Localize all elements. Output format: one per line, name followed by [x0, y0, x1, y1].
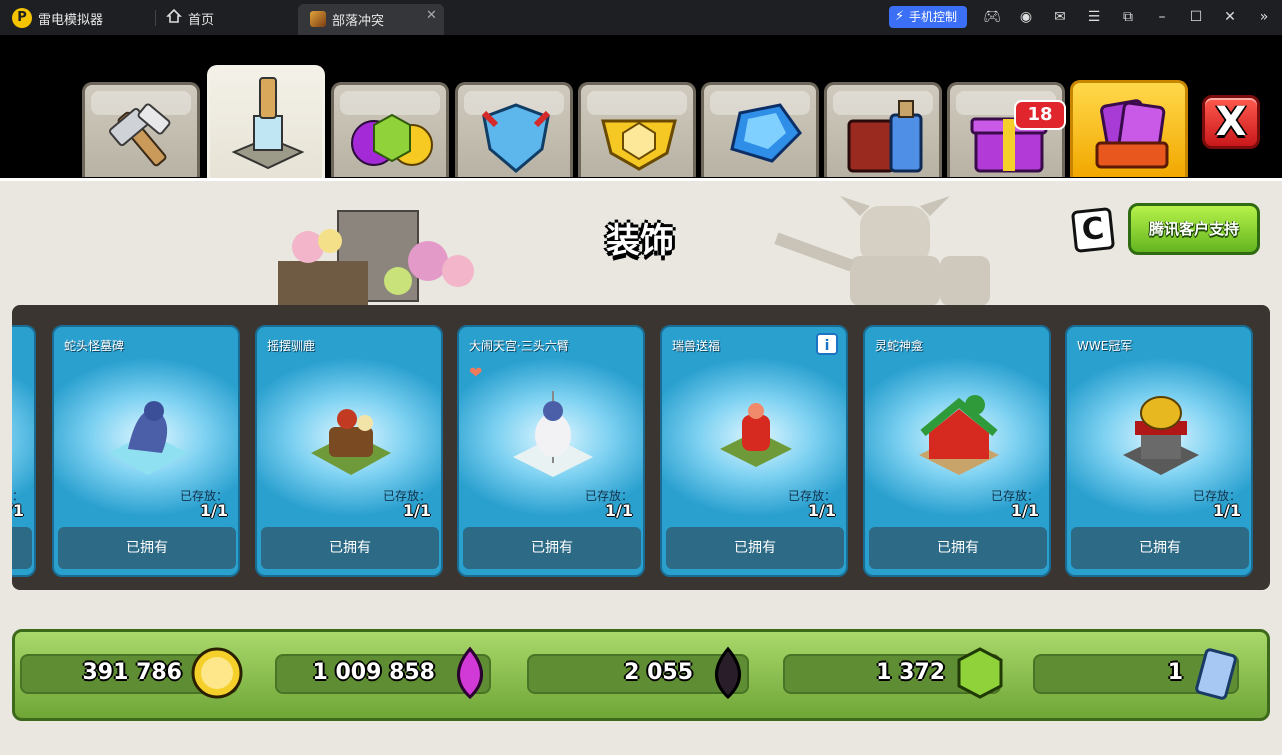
- owned-status: 已拥有: [261, 527, 439, 569]
- hammer-icon: [109, 103, 171, 167]
- gold-badge-icon: [601, 119, 677, 171]
- ticket-icon: [1195, 648, 1237, 700]
- tab-game[interactable]: 部落冲突 ✕: [298, 4, 444, 35]
- resource-bar: 391 786 1 009 858 2 055 1 372 1: [12, 629, 1270, 721]
- book-potion-icon: [847, 100, 923, 173]
- tab-gems[interactable]: [701, 82, 819, 177]
- statue-icon: [231, 77, 305, 170]
- decoration-name: 灵蛇神龛: [875, 339, 924, 353]
- serpent-tombstone-image: [108, 401, 188, 475]
- tab-home[interactable]: 首页: [188, 9, 214, 28]
- decoration-card-partial[interactable]: 放： 1/1: [12, 325, 36, 577]
- expand-sidebar-icon[interactable]: »: [1254, 7, 1274, 27]
- lucky-lion-image: [720, 403, 792, 467]
- owned-status: 已拥有: [463, 527, 641, 569]
- menu-icon[interactable]: ☰: [1084, 7, 1104, 27]
- decoration-card[interactable]: 大闹天宫·三头六臂 ❤ 已存放： 1/1 已拥有: [457, 325, 645, 577]
- decoration-card[interactable]: 蛇头怪墓碑 已存放： 1/1 已拥有: [52, 325, 240, 577]
- owned-status: 已拥有: [666, 527, 844, 569]
- tickets-amount: 1: [1167, 660, 1183, 685]
- phone-control-label: 手机控制: [909, 10, 958, 24]
- stored-count: 1/1: [807, 501, 836, 520]
- minimize-icon[interactable]: –: [1152, 7, 1172, 27]
- customer-support-button[interactable]: 腾讯客户支持: [1128, 203, 1260, 255]
- close-window-icon[interactable]: ✕: [1220, 7, 1240, 27]
- dark-elixir-drop-icon: [715, 646, 741, 700]
- decorations-panel: 装饰 C 腾讯客户支持 放： 1/1 蛇头怪墓碑: [0, 178, 1282, 755]
- mail-icon[interactable]: ✉: [1050, 7, 1070, 27]
- wwe-championship-belt-image: [1123, 396, 1199, 475]
- elixir-resource: 1 009 858: [275, 646, 491, 700]
- elixir-amount: 1 009 858: [312, 660, 435, 685]
- serpent-shrine-image: [919, 395, 999, 475]
- phone-control-button[interactable]: ⚡ 手机控制: [889, 6, 967, 28]
- favorite-heart-icon[interactable]: ❤: [469, 363, 482, 382]
- owned-status: 已拥有: [869, 527, 1047, 569]
- decoration-name: 蛇头怪墓碑: [64, 339, 125, 353]
- gems-amount: 1 372: [876, 660, 945, 685]
- close-icon[interactable]: ✕: [426, 8, 437, 23]
- decoration-items-list[interactable]: 放： 1/1 蛇头怪墓碑 已存放： 1/1 已拥有 摇摆驯鹿: [12, 305, 1270, 590]
- gold-amount: 391 786: [82, 660, 182, 685]
- maximize-icon[interactable]: ☐: [1186, 7, 1206, 27]
- decoration-card[interactable]: 瑞兽送福 i 已存放： 1/1 已拥有: [660, 325, 848, 577]
- stored-count: 1/1: [604, 501, 633, 520]
- gift-count-badge: 18: [1014, 100, 1066, 130]
- stored-count: 1/1: [402, 501, 431, 520]
- tab-special-offers[interactable]: [1070, 80, 1188, 177]
- decoration-name: 摇摆驯鹿: [267, 339, 316, 353]
- gold-resource: 391 786: [20, 647, 243, 699]
- gems-elixir-icon: [351, 113, 433, 166]
- close-shop-button[interactable]: X: [1202, 95, 1260, 149]
- game-viewport: 18 X 装饰 C 腾讯客户支持 ： 1 蛇头怪墓碑 已存放： 1/1 已拥有 …: [0, 35, 1282, 755]
- flower-planter-decoration: [278, 210, 474, 305]
- decoration-card[interactable]: WWE冠军 已存放： 1/1 已拥有: [1065, 325, 1253, 577]
- stored-count: 1/1: [1010, 501, 1039, 520]
- gamepad-icon[interactable]: 🎮︎: [982, 7, 1002, 27]
- c-logo-icon: C: [1070, 207, 1116, 253]
- decoration-name: 大闹天宫·三头六臂: [469, 339, 569, 353]
- dark-elixir-resource: 2 055: [527, 646, 749, 700]
- lightning-icon: ⚡: [895, 9, 905, 24]
- window-titlebar: P 雷电模拟器 首页 部落冲突 ✕ ⚡ 手机控制 🎮︎ ◉ ✉ ☰ ⧉ – ☐ …: [0, 0, 1282, 35]
- panel-title: 装饰: [606, 221, 674, 261]
- window-pin-icon[interactable]: ⧉: [1118, 7, 1138, 27]
- tab-decorations[interactable]: [207, 65, 325, 180]
- tab-builder[interactable]: [82, 82, 200, 177]
- decoration-card[interactable]: 灵蛇神龛 已存放： 1/1 已拥有: [863, 325, 1051, 577]
- stored-count: 1/1: [12, 501, 24, 520]
- tab-game-label: 部落冲突: [332, 14, 385, 29]
- pekka-statue-decoration: [774, 196, 990, 306]
- stored-count: 1/1: [199, 501, 228, 520]
- tab-resources[interactable]: [331, 82, 449, 177]
- owned-status: 已拥有: [1071, 527, 1249, 569]
- shield-icon: [481, 103, 551, 173]
- gold-coin-icon: [191, 647, 243, 699]
- close-x-icon: X: [1215, 99, 1247, 145]
- divider: [155, 10, 156, 26]
- game-app-icon: [310, 11, 326, 27]
- tickets-resource: 1: [1033, 648, 1239, 700]
- gem-icon: [957, 647, 1003, 699]
- tab-shields[interactable]: [455, 82, 573, 177]
- home-icon[interactable]: [166, 8, 182, 24]
- user-icon[interactable]: ◉: [1016, 7, 1036, 27]
- dark-elixir-amount: 2 055: [624, 660, 693, 685]
- decoration-name: 瑞兽送福: [672, 339, 721, 353]
- tab-gold-pass[interactable]: [578, 82, 696, 177]
- info-icon[interactable]: i: [816, 333, 838, 355]
- cards-icon: [1095, 99, 1169, 169]
- elixir-drop-icon: [457, 646, 483, 700]
- decoration-name: WWE冠军: [1077, 339, 1133, 353]
- crystal-icon: [730, 103, 802, 163]
- app-name: 雷电模拟器: [38, 13, 104, 28]
- decoration-card[interactable]: 摇摆驯鹿 已存放： 1/1 已拥有: [255, 325, 443, 577]
- stored-count: 1/1: [1212, 501, 1241, 520]
- emulator-logo-icon: P: [12, 8, 32, 28]
- gems-resource: 1 372: [783, 647, 1003, 699]
- tab-magic-items[interactable]: [824, 82, 942, 177]
- rocking-reindeer-image: [311, 409, 391, 475]
- owned-status: 已拥有: [58, 527, 236, 569]
- monkey-king-statue-image: [513, 391, 593, 477]
